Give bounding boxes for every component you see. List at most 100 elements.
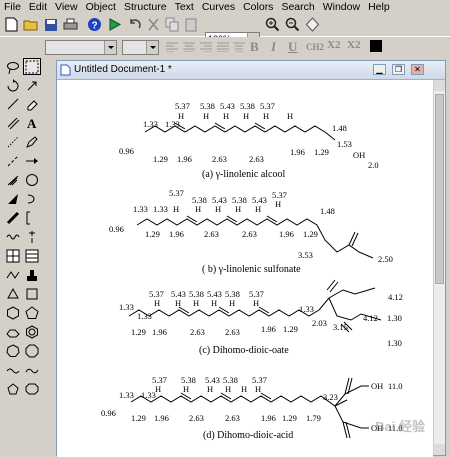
menu-curves[interactable]: Curves xyxy=(198,0,239,14)
color-swatch[interactable] xyxy=(370,40,382,52)
menu-file[interactable]: File xyxy=(0,0,25,14)
ring-chair-icon[interactable] xyxy=(23,361,41,378)
orbital-icon[interactable] xyxy=(23,190,41,207)
benzene-icon[interactable] xyxy=(23,323,41,340)
new-document-icon[interactable] xyxy=(3,16,20,33)
bracket-icon[interactable] xyxy=(23,209,41,226)
menu-object[interactable]: Object xyxy=(82,0,120,14)
label-1.29: 1.29 xyxy=(303,229,318,239)
menu-window[interactable]: Window xyxy=(319,0,364,14)
menu-search[interactable]: Search xyxy=(277,0,318,14)
menu-colors[interactable]: Colors xyxy=(239,0,277,14)
align-right-icon[interactable] xyxy=(200,42,212,55)
formula-button[interactable]: CH2 xyxy=(306,42,324,52)
eraser-icon[interactable] xyxy=(23,95,41,112)
print-icon[interactable] xyxy=(62,16,79,33)
rotate-icon[interactable] xyxy=(4,77,22,94)
diamond-icon[interactable] xyxy=(304,16,321,33)
h-label: H xyxy=(243,111,249,121)
label-2.63: 2.63 xyxy=(189,413,204,423)
pen-tool-icon[interactable] xyxy=(23,133,41,150)
menu-structure[interactable]: Structure xyxy=(120,0,171,14)
chain-tool-icon[interactable] xyxy=(4,266,22,283)
cyclopentadiene-icon[interactable] xyxy=(4,361,22,378)
save-icon[interactable] xyxy=(42,16,59,33)
menu-help[interactable]: Help xyxy=(364,0,394,14)
label-0.96: 0.96 xyxy=(101,408,116,418)
label-1.29: 1.29 xyxy=(153,154,168,164)
scroll-up-icon[interactable] xyxy=(434,80,445,91)
charge-icon[interactable] xyxy=(23,228,41,245)
menu-view[interactable]: View xyxy=(51,0,82,14)
label-1.29: 1.29 xyxy=(314,147,329,157)
label-2.03: 2.03 xyxy=(312,318,327,328)
pentagon-ring-icon[interactable] xyxy=(4,380,22,397)
open-folder-icon[interactable] xyxy=(22,16,39,33)
zoom-out-icon[interactable] xyxy=(284,16,301,33)
label-5.37-a: 5.37 xyxy=(175,101,190,111)
heptagon-icon[interactable] xyxy=(4,342,22,359)
drawing-canvas[interactable]: 5.37 5.38 5.43 5.38 5.37 H H H H H H 1.3… xyxy=(57,80,433,457)
table-icon[interactable] xyxy=(23,247,41,264)
arc-tool-icon[interactable] xyxy=(23,171,41,188)
cyclooctane-icon[interactable] xyxy=(23,380,41,397)
restore-icon[interactable]: ❐ xyxy=(392,64,405,75)
octagon-icon[interactable] xyxy=(23,342,41,359)
cyclobutane-icon[interactable] xyxy=(23,285,41,302)
arrow-tool-icon[interactable] xyxy=(23,77,41,94)
font-size-select[interactable] xyxy=(122,40,159,55)
h-label: H xyxy=(193,298,199,308)
bold-bond-icon[interactable] xyxy=(4,209,22,226)
font-select[interactable] xyxy=(45,40,117,55)
double-bond-icon[interactable] xyxy=(4,114,22,131)
run-icon[interactable] xyxy=(106,16,123,33)
text-tool-icon[interactable]: A xyxy=(23,114,41,131)
scroll-thumb[interactable] xyxy=(435,94,444,284)
wedge-bond-icon[interactable] xyxy=(4,190,22,207)
hashed-wedge-icon[interactable] xyxy=(4,171,22,188)
marquee-icon[interactable] xyxy=(23,58,41,75)
menu-text[interactable]: Text xyxy=(171,0,198,14)
zoom-in-icon[interactable] xyxy=(264,16,281,33)
close-icon[interactable]: ✕ xyxy=(411,64,424,75)
bold-button[interactable]: B xyxy=(250,39,259,55)
undo-icon[interactable] xyxy=(126,16,143,33)
cut-icon[interactable] xyxy=(145,16,162,33)
superscript-button[interactable]: X2 xyxy=(347,39,360,51)
hexagon-icon[interactable] xyxy=(4,304,22,321)
subscript-button[interactable]: X2 xyxy=(327,39,340,51)
align-left-icon[interactable] xyxy=(166,42,178,55)
label-3.53: 3.53 xyxy=(298,250,313,260)
cyclopropane-icon[interactable] xyxy=(4,285,22,302)
h-label: H xyxy=(235,204,241,214)
scroll-down-icon[interactable] xyxy=(434,444,445,455)
stamp-icon[interactable] xyxy=(23,266,41,283)
label-0.96: 0.96 xyxy=(109,224,124,234)
dashed-bond-icon[interactable] xyxy=(4,152,22,169)
menu-edit[interactable]: Edit xyxy=(25,0,51,14)
align-top-icon[interactable] xyxy=(233,42,245,55)
pentagon-icon[interactable] xyxy=(23,304,41,321)
h-label: H xyxy=(229,298,235,308)
wavy-bond-icon[interactable] xyxy=(4,228,22,245)
label-1.33: 1.33 xyxy=(119,390,134,400)
paste-icon[interactable] xyxy=(183,16,200,33)
underline-button[interactable]: U xyxy=(288,39,297,55)
document-icon xyxy=(60,64,71,79)
copy-icon[interactable] xyxy=(164,16,181,33)
vertical-scrollbar[interactable] xyxy=(433,80,445,455)
hashed-bond-icon[interactable] xyxy=(4,133,22,150)
italic-button[interactable]: I xyxy=(271,39,276,55)
align-center-icon[interactable] xyxy=(183,42,195,55)
justify-icon[interactable] xyxy=(217,42,229,55)
bond-tool-icon[interactable] xyxy=(4,95,22,112)
minimize-icon[interactable]: ▁ xyxy=(373,64,386,75)
help-icon[interactable]: ? xyxy=(86,16,103,33)
h-label: H xyxy=(241,384,247,394)
reaction-arrow-icon[interactable] xyxy=(23,152,41,169)
lasso-icon[interactable] xyxy=(4,59,22,76)
label-5.37-b: 5.37 xyxy=(169,188,184,198)
template-icon[interactable] xyxy=(4,247,22,264)
cyclohexane-chair-icon[interactable] xyxy=(4,323,22,340)
label-3.23: 3.23 xyxy=(323,392,338,402)
